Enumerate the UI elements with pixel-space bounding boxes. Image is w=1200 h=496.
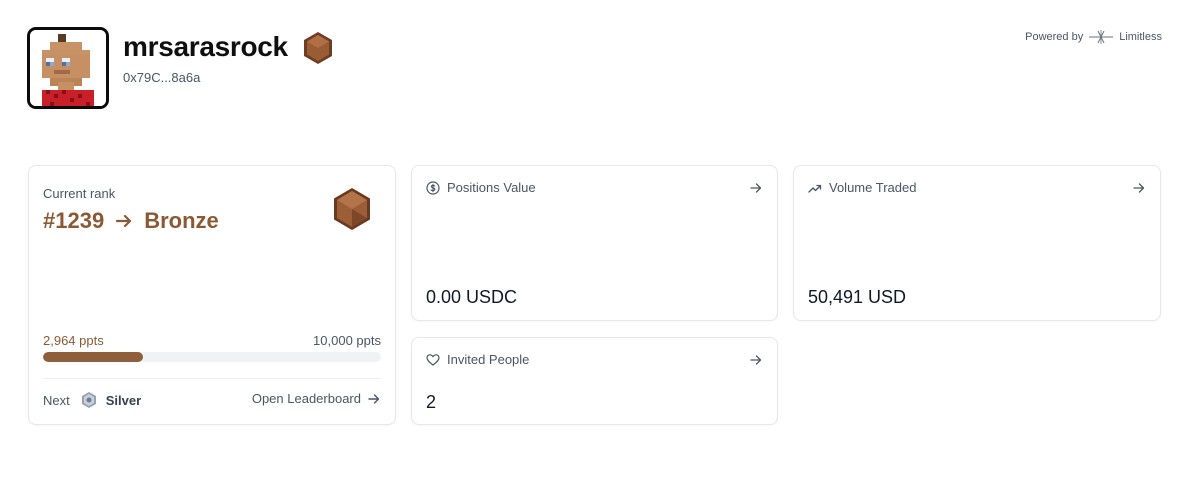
username: mrsarasrock <box>123 31 288 62</box>
card-title: Invited People <box>426 352 529 367</box>
positions-value-title: Positions Value <box>447 180 536 195</box>
points-current: 2,964 ppts <box>43 333 104 348</box>
bronze-hexagon-icon <box>334 188 370 230</box>
limitless-logo-icon <box>1089 30 1114 44</box>
positions-value-card[interactable]: Positions Value 0.00 USDC <box>411 165 778 321</box>
card-title: Volume Traded <box>808 180 916 195</box>
next-tier-name: Silver <box>105 392 142 408</box>
arrow-right-icon[interactable] <box>749 353 763 367</box>
arrow-right-icon <box>116 214 132 228</box>
rank-line: #1239 Bronze <box>43 208 219 234</box>
powered-by[interactable]: Powered by Limitless <box>1025 30 1162 44</box>
points-max: 10,000 ppts <box>313 333 381 348</box>
open-leaderboard-link[interactable]: Open Leaderboard <box>252 391 381 406</box>
powered-by-label: Powered by <box>1025 31 1084 43</box>
rank-number: #1239 <box>43 208 105 233</box>
rank-tier: Bronze <box>144 208 219 233</box>
rank-label: Current rank <box>43 186 116 201</box>
card-header: Volume Traded <box>808 180 1146 195</box>
divider <box>43 378 381 379</box>
invited-people-count: 2 <box>426 392 437 412</box>
rank-card: Current rank #1239 Bronze 2,964 ppts 10,… <box>28 165 396 425</box>
volume-traded-title: Volume Traded <box>829 180 917 195</box>
wallet-address: 0x79C...8a6a <box>123 70 201 85</box>
next-tier: Next Silver <box>43 391 141 409</box>
pixel-avatar-icon <box>30 30 106 106</box>
invited-people-title: Invited People <box>447 352 530 367</box>
heart-icon <box>426 353 440 366</box>
silver-badge-icon <box>81 392 96 408</box>
dollar-circle-icon <box>426 180 440 195</box>
volume-traded-card[interactable]: Volume Traded 50,491 USD <box>793 165 1161 321</box>
trending-up-icon <box>808 184 822 193</box>
arrow-right-icon[interactable] <box>1132 181 1146 195</box>
open-leaderboard-label: Open Leaderboard <box>251 391 361 406</box>
volume-traded-amount: 50,491 USD <box>808 287 907 307</box>
avatar <box>27 27 109 109</box>
powered-by-brand: Limitless <box>1119 31 1162 43</box>
card-title: Positions Value <box>426 180 536 195</box>
arrow-right-icon[interactable] <box>749 181 763 195</box>
points-row: 2,964 ppts 10,000 ppts <box>43 333 381 348</box>
card-header: Invited People <box>426 352 763 367</box>
bronze-badge-icon <box>304 32 332 64</box>
points-progress-fill <box>43 352 144 362</box>
card-header: Positions Value <box>426 180 763 195</box>
positions-value-amount: 0.00 USDC <box>426 287 518 307</box>
invited-people-card[interactable]: Invited People 2 <box>411 337 778 425</box>
points-progress-bar <box>43 352 381 362</box>
next-label: Next <box>43 392 70 408</box>
arrow-right-icon <box>368 393 380 404</box>
